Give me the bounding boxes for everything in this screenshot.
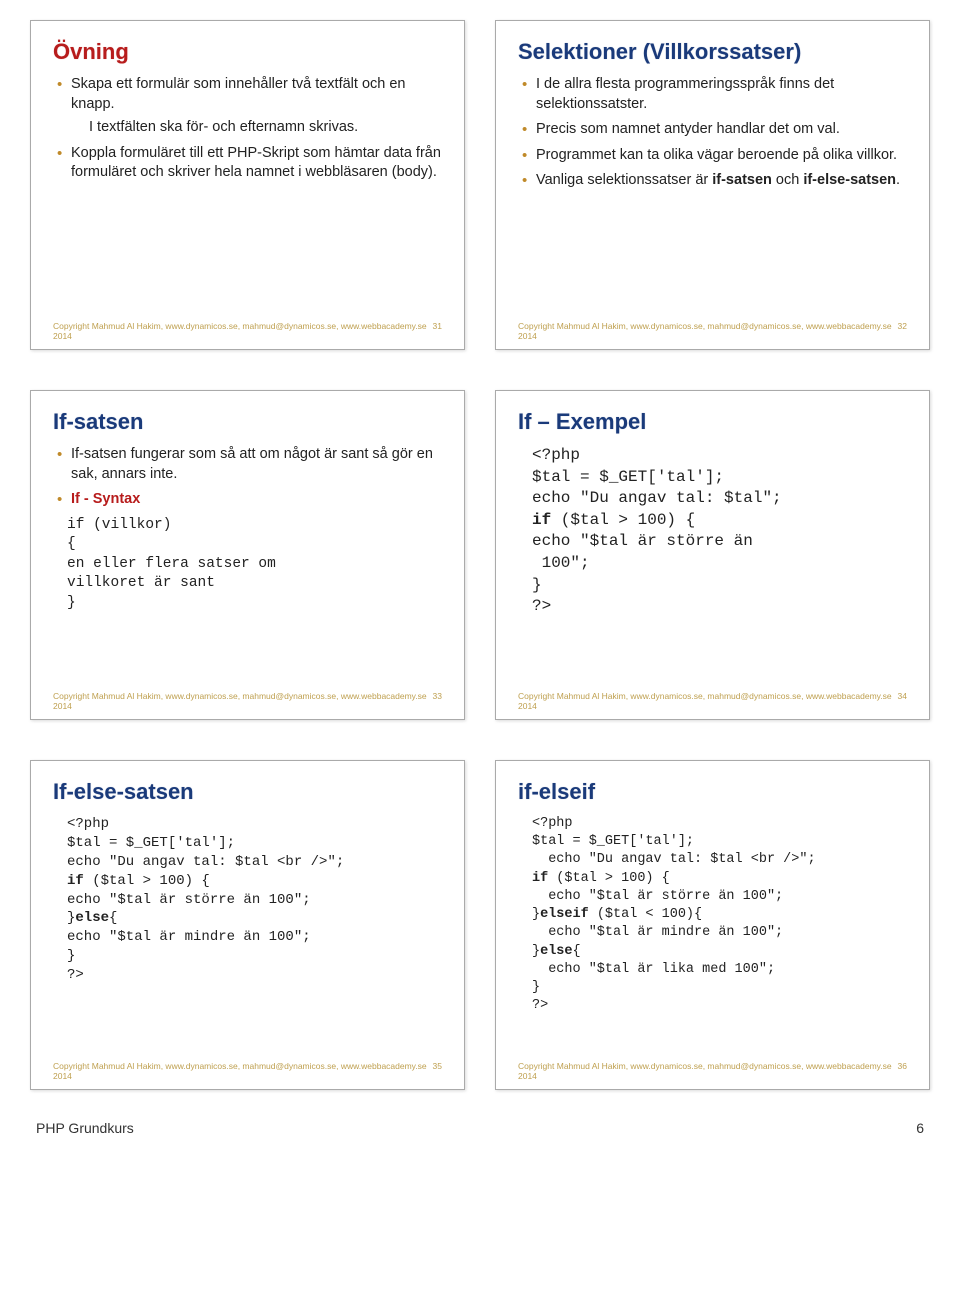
bold-text: if-satsen — [712, 172, 772, 188]
copyright-text: Copyright Mahmud Al Hakim, www.dynamicos… — [53, 321, 433, 341]
code-line: $tal = $_GET['tal']; — [532, 834, 694, 849]
slide-content: I de allra flesta programmeringsspråk fi… — [518, 75, 907, 315]
slide-if-elseif: if-elseif <?php $tal = $_GET['tal']; ech… — [495, 760, 930, 1090]
code-text: { — [573, 944, 581, 959]
slide-ovning: Övning Skapa ett formulär som innehåller… — [30, 20, 465, 350]
bullet-text: Skapa ett formulär som innehåller två te… — [71, 76, 405, 112]
bullet-text: Koppla formuläret till ett PHP-Skript so… — [71, 145, 441, 181]
slide-if-satsen: If-satsen If-satsen fungerar som så att … — [30, 390, 465, 720]
bold-text: if-else-satsen — [803, 172, 896, 188]
keyword: elseif — [540, 907, 589, 922]
slide-number: 31 — [433, 321, 442, 331]
slide-number: 34 — [898, 691, 907, 701]
code-text: <?php $tal = $_GET['tal']; echo "Du anga… — [67, 816, 344, 870]
slides-grid: Övning Skapa ett formulär som innehåller… — [30, 20, 930, 1090]
text: och — [772, 172, 803, 188]
slide-number: 36 — [898, 1061, 907, 1071]
code-line: echo "$tal är större än 100"; — [532, 532, 753, 572]
code-line: echo "$tal är lika med 100"; — [532, 962, 775, 977]
code-text: } — [532, 907, 540, 922]
code-text: } — [532, 944, 540, 959]
code-line: ?> — [532, 998, 548, 1013]
slide-content: Skapa ett formulär som innehåller två te… — [53, 75, 442, 315]
code-text: ($tal < 100){ — [589, 907, 702, 922]
copyright-text: Copyright Mahmud Al Hakim, www.dynamicos… — [518, 1061, 898, 1081]
slide-title: If-else-satsen — [53, 779, 442, 805]
copyright-text: Copyright Mahmud Al Hakim, www.dynamicos… — [53, 1061, 433, 1081]
text: Vanliga selektionssatser är — [536, 172, 712, 188]
slide-title: if-elseif — [518, 779, 907, 805]
keyword: if — [67, 873, 84, 889]
page-footer-left: PHP Grundkurs — [36, 1120, 134, 1136]
slide-content: <?php $tal = $_GET['tal']; echo "Du anga… — [518, 815, 907, 1055]
slide-title: Selektioner (Villkorssatser) — [518, 39, 907, 65]
code-text: ($tal > 100) { — [551, 511, 695, 529]
slide-number: 33 — [433, 691, 442, 701]
code-line: <?php — [532, 816, 573, 831]
keyword: else — [540, 944, 572, 959]
bullet: Vanliga selektionssatser är if-satsen oc… — [522, 171, 907, 191]
slide-content: <?php $tal = $_GET['tal']; echo "Du anga… — [518, 445, 907, 685]
code-line: } — [532, 980, 540, 995]
code-line: ?> — [532, 597, 551, 615]
slide-selektioner: Selektioner (Villkorssatser) I de allra … — [495, 20, 930, 350]
code-block: <?php $tal = $_GET['tal']; echo "Du anga… — [518, 815, 907, 1015]
page: Övning Skapa ett formulär som innehåller… — [0, 0, 960, 1146]
keyword: else — [75, 910, 109, 926]
code-line: echo "Du angav tal: $tal <br />"; — [532, 852, 816, 867]
syntax-label: If - Syntax — [71, 491, 140, 507]
bullet-subtext: I textfälten ska för- och efternamn skri… — [71, 118, 442, 138]
slide-footer: Copyright Mahmud Al Hakim, www.dynamicos… — [518, 691, 907, 711]
slide-number: 32 — [898, 321, 907, 331]
code-line: } — [532, 576, 542, 594]
bullet: Precis som namnet antyder handlar det om… — [522, 120, 907, 140]
code-text: ($tal > 100) { — [548, 871, 670, 886]
copyright-text: Copyright Mahmud Al Hakim, www.dynamicos… — [518, 691, 898, 711]
slide-content: <?php $tal = $_GET['tal']; echo "Du anga… — [53, 815, 442, 1055]
code-line: echo "$tal är större än 100"; — [532, 889, 783, 904]
slide-title: Övning — [53, 39, 442, 65]
slide-if-exempel: If – Exempel <?php $tal = $_GET['tal']; … — [495, 390, 930, 720]
slide-content: If-satsen fungerar som så att om något ä… — [53, 445, 442, 685]
copyright-text: Copyright Mahmud Al Hakim, www.dynamicos… — [53, 691, 433, 711]
bullet: Koppla formuläret till ett PHP-Skript so… — [57, 144, 442, 183]
code-block: <?php $tal = $_GET['tal']; echo "Du anga… — [518, 445, 907, 618]
bullet: If - Syntax — [57, 490, 442, 510]
slide-footer: Copyright Mahmud Al Hakim, www.dynamicos… — [518, 321, 907, 341]
code-line: echo "Du angav tal: $tal"; — [532, 489, 782, 507]
page-footer-right: 6 — [916, 1120, 924, 1136]
slide-title: If-satsen — [53, 409, 442, 435]
keyword: if — [532, 871, 548, 886]
bullet: If-satsen fungerar som så att om något ä… — [57, 445, 442, 484]
page-footer: PHP Grundkurs 6 — [30, 1120, 930, 1136]
text: . — [896, 172, 900, 188]
slide-footer: Copyright Mahmud Al Hakim, www.dynamicos… — [518, 1061, 907, 1081]
keyword: if — [532, 511, 551, 529]
code-line: <?php — [532, 446, 580, 464]
code-line: echo "$tal är mindre än 100"; — [532, 925, 783, 940]
slide-footer: Copyright Mahmud Al Hakim, www.dynamicos… — [53, 1061, 442, 1081]
bullet: Skapa ett formulär som innehåller två te… — [57, 75, 442, 138]
code-block: if (villkor) { en eller flera satser om … — [53, 516, 442, 614]
slide-footer: Copyright Mahmud Al Hakim, www.dynamicos… — [53, 321, 442, 341]
slide-footer: Copyright Mahmud Al Hakim, www.dynamicos… — [53, 691, 442, 711]
code-line: $tal = $_GET['tal']; — [532, 468, 724, 486]
slide-if-else: If-else-satsen <?php $tal = $_GET['tal']… — [30, 760, 465, 1090]
copyright-text: Copyright Mahmud Al Hakim, www.dynamicos… — [518, 321, 898, 341]
code-block: <?php $tal = $_GET['tal']; echo "Du anga… — [53, 815, 442, 985]
bullet: I de allra flesta programmeringsspråk fi… — [522, 75, 907, 114]
slide-title: If – Exempel — [518, 409, 907, 435]
bullet: Programmet kan ta olika vägar beroende p… — [522, 146, 907, 166]
slide-number: 35 — [433, 1061, 442, 1071]
